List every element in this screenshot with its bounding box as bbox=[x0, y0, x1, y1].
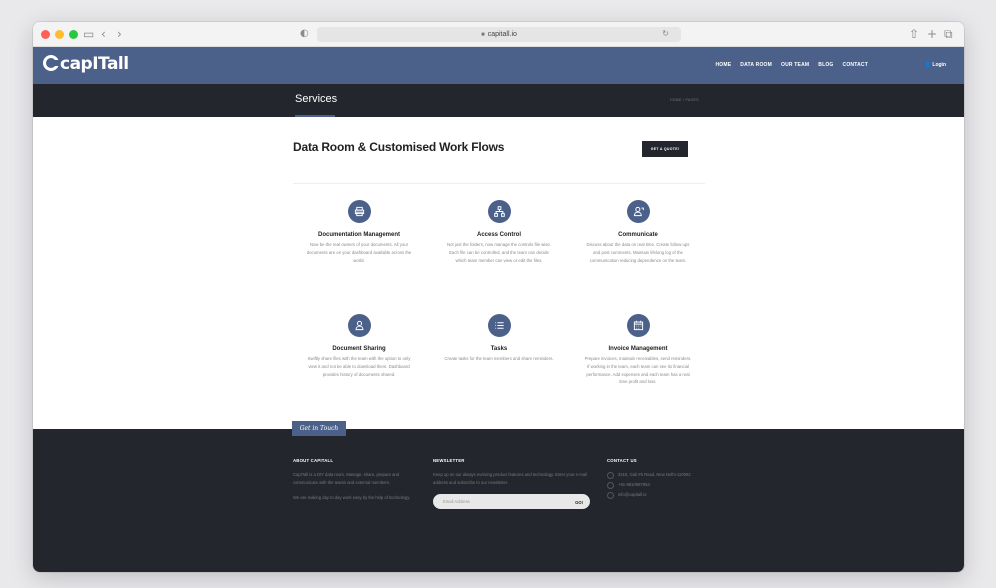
chat-user-icon bbox=[626, 200, 650, 223]
contact-phone: +91-9810987654 bbox=[607, 481, 737, 489]
service-name: Access Control bbox=[476, 232, 521, 238]
breadcrumb[interactable]: HOME / PAGES bbox=[670, 98, 699, 102]
email-placeholder: Email Address bbox=[443, 498, 470, 504]
service-card: Tasks Create tasks for the team members … bbox=[434, 314, 564, 363]
service-description: Create tasks for the team members and sh… bbox=[444, 356, 554, 361]
privacy-shield-icon[interactable]: ◐ bbox=[300, 27, 309, 41]
email-text[interactable]: info@capitall.io bbox=[618, 491, 646, 499]
about-text-2: We are making day to day work easy by th… bbox=[293, 495, 411, 500]
window-controls bbox=[41, 30, 78, 39]
services-section: Data Room & Customised Work Flows GET A … bbox=[33, 117, 964, 429]
main-nav: HOME DATA ROOM OUR TEAM BLOG CONTACT bbox=[715, 62, 868, 68]
footer-contact: CONTACT US 3215, Gali #5 Road, New Delhi… bbox=[607, 457, 737, 501]
page-title-bar: Services HOME / PAGES bbox=[33, 84, 964, 117]
logo-text: capITall bbox=[60, 54, 129, 74]
browser-toolbar: ▭ ‹ › ◐ ■ capitall.io ↻ ⇧ + ⧉ bbox=[33, 22, 964, 47]
phone-icon bbox=[607, 481, 614, 489]
sitemap-icon bbox=[487, 200, 511, 223]
service-description: Swiftly share files with the team with t… bbox=[307, 356, 411, 377]
footer-about: ABOUT CAPITALL CapITall is a DIY data ro… bbox=[293, 457, 423, 509]
newsletter-text: Keep up on our always evolving product f… bbox=[433, 472, 588, 485]
login-link[interactable]: 👤 Login bbox=[925, 62, 946, 68]
user-icon: 👤 bbox=[924, 62, 931, 68]
url-text: capitall.io bbox=[487, 31, 517, 38]
location-icon bbox=[607, 471, 614, 479]
nav-our-team[interactable]: OUR TEAM bbox=[781, 62, 809, 68]
service-name: Communicate bbox=[618, 232, 658, 238]
get-quote-button[interactable]: GET A QUOTE! bbox=[642, 141, 688, 157]
service-card: Document Sharing Swiftly share files wit… bbox=[294, 314, 424, 378]
about-text: CapITall is a DIY data room. Manage, sha… bbox=[293, 472, 400, 485]
close-window-button[interactable] bbox=[41, 30, 50, 39]
logo-mark-icon bbox=[43, 55, 60, 71]
nav-data-room[interactable]: DATA ROOM bbox=[740, 62, 772, 68]
sidebar-icon[interactable]: ▭ bbox=[83, 27, 94, 41]
address-bar[interactable]: ■ capitall.io ↻ bbox=[317, 27, 681, 42]
site-footer: Get in Touch ABOUT CAPITALL CapITall is … bbox=[33, 421, 964, 572]
mail-icon bbox=[607, 491, 614, 499]
phone-text[interactable]: +91-9810987654 bbox=[618, 481, 650, 489]
service-description: Prepare invoices, maintain receivables, … bbox=[584, 356, 692, 385]
contact-email: info@capitall.io bbox=[607, 491, 737, 499]
nav-blog[interactable]: BLOG bbox=[818, 62, 833, 68]
calendar-icon bbox=[626, 314, 650, 337]
service-description: Discuss about the data on real time. Cre… bbox=[586, 242, 690, 263]
back-icon[interactable]: ‹ bbox=[101, 27, 106, 41]
new-tab-icon[interactable]: + bbox=[927, 27, 937, 41]
service-description: Not just the folders, now manage the con… bbox=[447, 242, 551, 263]
reload-icon[interactable]: ↻ bbox=[662, 29, 669, 38]
site-header: capITall HOME DATA ROOM OUR TEAM BLOG CO… bbox=[33, 47, 964, 84]
page-title: Services bbox=[295, 93, 338, 105]
login-label: Login bbox=[932, 62, 946, 68]
newsletter-email-input[interactable]: Email Address GO! bbox=[433, 494, 590, 509]
service-name: Invoice Management bbox=[608, 346, 668, 352]
service-card: Documentation Management Now be the real… bbox=[294, 200, 424, 264]
about-heading: ABOUT CAPITALL bbox=[293, 458, 334, 463]
section-heading: Data Room & Customised Work Flows bbox=[293, 140, 505, 154]
service-card: Invoice Management Prepare invoices, mai… bbox=[573, 314, 703, 386]
user-icon bbox=[347, 314, 371, 337]
service-description: Now be the real owners of your documents… bbox=[306, 242, 412, 263]
share-icon[interactable]: ⇧ bbox=[909, 27, 919, 41]
list-icon bbox=[487, 314, 511, 337]
site-logo[interactable]: capITall bbox=[43, 54, 129, 74]
get-in-touch-tag: Get in Touch bbox=[292, 421, 346, 436]
contact-address: 3215, Gali #5 Road, New Delhi-110002 bbox=[607, 471, 737, 479]
contact-heading: CONTACT US bbox=[607, 458, 637, 463]
nav-home[interactable]: HOME bbox=[715, 62, 731, 68]
service-name: Documentation Management bbox=[317, 232, 400, 238]
printer-icon bbox=[347, 200, 371, 223]
subscribe-go-button[interactable]: GO! bbox=[575, 499, 583, 507]
newsletter-heading: NEWSLETTER bbox=[433, 458, 465, 463]
nav-contact[interactable]: CONTACT bbox=[843, 62, 868, 68]
address-text: 3215, Gali #5 Road, New Delhi-110002 bbox=[618, 472, 691, 477]
lock-icon: ■ bbox=[481, 31, 485, 38]
browser-window: ▭ ‹ › ◐ ■ capitall.io ↻ ⇧ + ⧉ capITall H… bbox=[33, 22, 964, 572]
zoom-window-button[interactable] bbox=[69, 30, 78, 39]
section-divider bbox=[293, 183, 705, 184]
service-name: Document Sharing bbox=[332, 346, 386, 352]
service-name: Tasks bbox=[490, 346, 508, 352]
footer-newsletter: NEWSLETTER Keep up on our always evolvin… bbox=[433, 457, 593, 509]
service-card: Access Control Not just the folders, now… bbox=[434, 200, 564, 264]
forward-icon[interactable]: › bbox=[117, 27, 122, 41]
minimize-window-button[interactable] bbox=[55, 30, 64, 39]
service-card: Communicate Discuss about the data on re… bbox=[573, 200, 703, 264]
tabs-overview-icon[interactable]: ⧉ bbox=[944, 27, 953, 41]
